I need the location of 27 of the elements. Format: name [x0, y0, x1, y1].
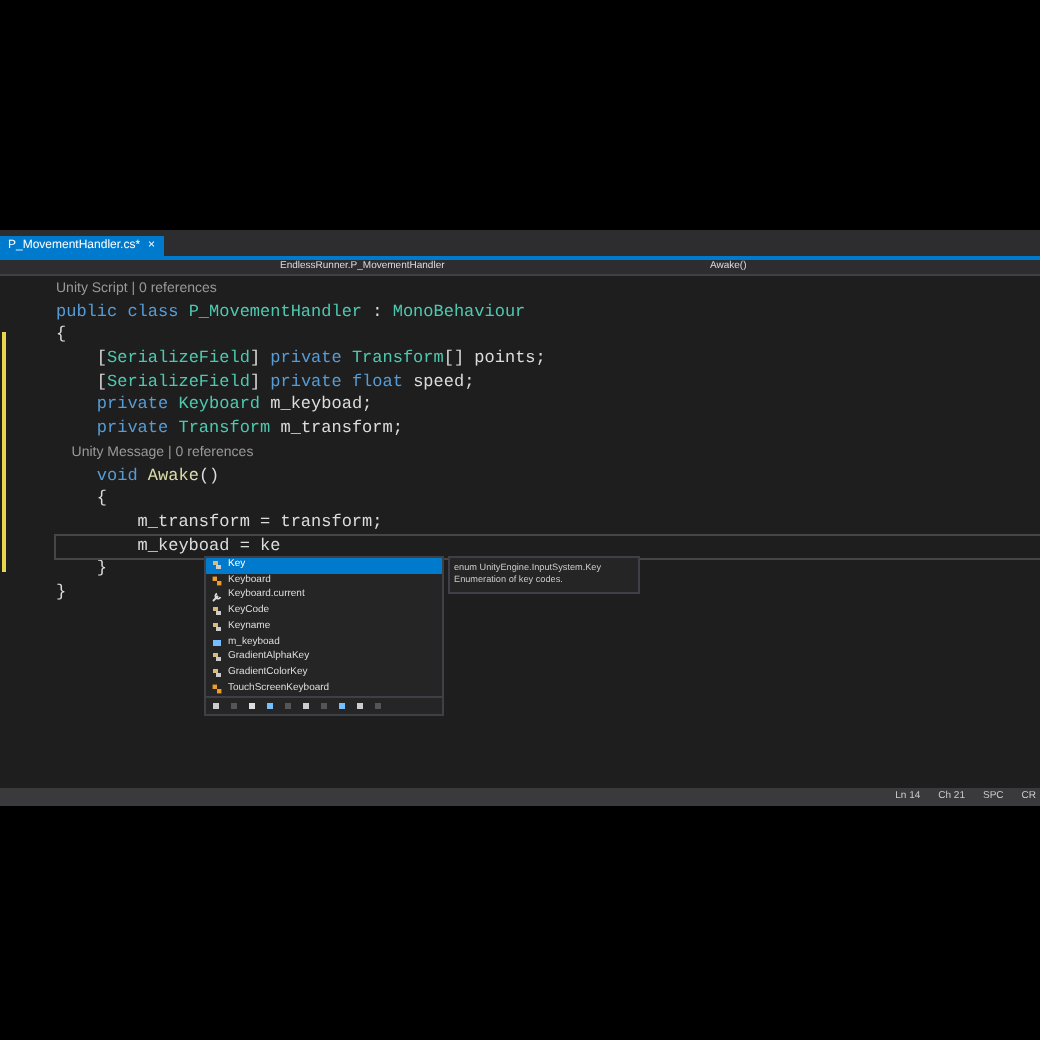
code-line: } — [94, 558, 108, 579]
wrench-icon — [212, 591, 222, 602]
filter-icon[interactable] — [266, 702, 274, 711]
code-line: public class P_MovementHandler : MonoBehaviour — [56, 301, 526, 322]
class-icon — [212, 683, 222, 694]
class-icon — [212, 576, 222, 587]
field-icon — [212, 637, 222, 648]
code-line: private Keyboard m_keyboad; — [94, 394, 373, 415]
enum-icon — [212, 622, 222, 633]
code-line: { — [56, 324, 67, 345]
enum-icon — [212, 668, 222, 679]
filter-icon[interactable] — [248, 702, 256, 711]
code-line: m_transform = transform; — [135, 511, 383, 532]
code-line: void Awake() — [94, 465, 220, 485]
code-line: m_keyboad = ke — [135, 535, 281, 556]
code-line: [SerializeField] private Transform[] points; — [94, 348, 546, 369]
code-line: } — [56, 581, 67, 602]
enum-icon — [212, 560, 222, 571]
filter-icon[interactable] — [338, 702, 346, 711]
filter-icon[interactable] — [302, 702, 310, 711]
code-line: private Transform m_transform; — [94, 418, 403, 439]
filter-icon[interactable] — [212, 702, 220, 711]
enum-icon — [212, 652, 222, 663]
code-line: [SerializeField] private float speed; — [94, 371, 475, 392]
filter-icon[interactable] — [356, 702, 364, 711]
code-line: { — [94, 488, 108, 509]
enum-icon — [212, 606, 222, 617]
